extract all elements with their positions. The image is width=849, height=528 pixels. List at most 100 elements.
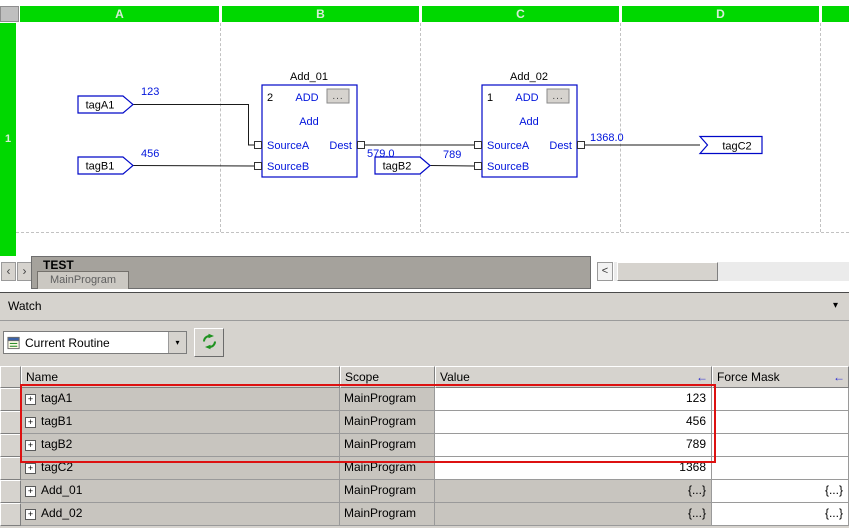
- wire-tagA1-sourceA: [133, 104, 254, 146]
- watch-scope-combobox[interactable]: Current Routine ▾: [3, 331, 187, 354]
- table-row-add01: + Add_01 MainProgram {...} {...}: [0, 480, 849, 503]
- pin-label-sourceA: SourceA: [267, 140, 310, 152]
- hscroll-track[interactable]: [614, 262, 849, 281]
- table-row-tagC2: + tagC2 MainProgram 1368: [0, 457, 849, 480]
- value-tagB1: 456: [141, 148, 159, 160]
- tag-name: tagC2: [41, 460, 74, 474]
- tag-label: tagB2: [383, 161, 412, 173]
- combo-dropdown-icon[interactable]: ▾: [168, 332, 186, 353]
- wire-tagB2-sourceB: [430, 165, 475, 167]
- pin-sourceB[interactable]: [474, 162, 482, 170]
- header-row-selector: [0, 366, 21, 388]
- tag-label: tagC2: [722, 141, 751, 153]
- next-icon: ›: [22, 264, 27, 278]
- watch-table: Name Scope Value ← Force Mask ← + tagA1 Mai…: [0, 366, 849, 526]
- col-header-scope[interactable]: Scope: [340, 366, 435, 388]
- hscroll-thumb[interactable]: [617, 262, 718, 281]
- row-selector[interactable]: [0, 434, 21, 457]
- expand-plus-icon[interactable]: +: [25, 394, 36, 405]
- tag-name-cell[interactable]: + Add_01: [21, 480, 340, 503]
- tag-label: tagA1: [86, 100, 115, 112]
- pin-dest[interactable]: [577, 141, 585, 149]
- value-cell[interactable]: 1368: [435, 457, 712, 480]
- pin-label-dest: Dest: [549, 140, 572, 152]
- header-label: Name: [26, 370, 59, 384]
- value-cell[interactable]: 123: [435, 388, 712, 411]
- hscroll-left-button[interactable]: <: [597, 262, 613, 281]
- pin-sourceB[interactable]: [254, 162, 262, 170]
- col-header-force-mask[interactable]: Force Mask ←: [712, 366, 849, 388]
- scope-cell: MainProgram: [340, 457, 435, 480]
- pin-label-sourceA: SourceA: [487, 140, 530, 152]
- value-cell[interactable]: 789: [435, 434, 712, 457]
- row-selector[interactable]: [0, 480, 21, 503]
- left-arrow-icon: ←: [696, 370, 708, 384]
- sheet-prev-button[interactable]: ‹: [1, 262, 16, 281]
- expand-plus-icon[interactable]: +: [25, 417, 36, 428]
- row-selector[interactable]: [0, 411, 21, 434]
- pin-sourceA[interactable]: [254, 141, 262, 149]
- header-label: Force Mask: [717, 370, 780, 384]
- scope-cell: MainProgram: [340, 388, 435, 411]
- routine-window-title: TEST: [43, 258, 74, 272]
- scope-cell: MainProgram: [340, 411, 435, 434]
- input-ref-tagB1[interactable]: tagB1: [77, 156, 134, 175]
- expand-plus-icon[interactable]: +: [25, 486, 36, 497]
- block-add01[interactable]: Add_01 2 ADD ... Add SourceA Dest Source…: [254, 71, 365, 178]
- block-name: Add: [299, 116, 319, 128]
- force-mask-cell[interactable]: [712, 434, 849, 457]
- tag-name-cell[interactable]: + tagA1: [21, 388, 340, 411]
- sheet-next-button[interactable]: ›: [17, 262, 32, 281]
- force-mask-cell[interactable]: {...}: [712, 480, 849, 503]
- block-opcode: ADD: [515, 92, 538, 104]
- tag-name-cell[interactable]: + tagC2: [21, 457, 340, 480]
- exec-order: 2: [267, 92, 273, 104]
- collapse-arrow-icon[interactable]: ▾: [833, 300, 838, 311]
- tag-name-cell[interactable]: + tagB2: [21, 434, 340, 457]
- scope-cell: MainProgram: [340, 503, 435, 526]
- table-row-tagA1: + tagA1 MainProgram 123: [0, 388, 849, 411]
- col-header-value[interactable]: Value ←: [435, 366, 712, 388]
- row-selector[interactable]: [0, 457, 21, 480]
- tag-name: tagA1: [41, 391, 73, 405]
- block-opcode: ADD: [295, 92, 318, 104]
- block-add02[interactable]: Add_02 1 ADD ... Add SourceA Dest Source…: [474, 71, 585, 178]
- watch-toolbar: Current Routine ▾: [0, 321, 849, 366]
- col-header-name[interactable]: Name: [21, 366, 340, 388]
- output-ref-tagC2[interactable]: tagC2: [698, 135, 763, 155]
- table-header-row: Name Scope Value ← Force Mask ←: [0, 366, 849, 388]
- table-row-add02: + Add_02 MainProgram {...} {...}: [0, 503, 849, 526]
- header-label: Scope: [345, 370, 380, 384]
- table-row-tagB2: + tagB2 MainProgram 789: [0, 434, 849, 457]
- value-cell[interactable]: {...}: [435, 503, 712, 526]
- pin-sourceA[interactable]: [474, 141, 482, 149]
- force-mask-cell[interactable]: [712, 411, 849, 434]
- input-ref-tagA1[interactable]: tagA1: [77, 95, 134, 114]
- tag-name-cell[interactable]: + Add_02: [21, 503, 340, 526]
- pin-label-sourceB: SourceB: [487, 161, 529, 173]
- block-title: Add_02: [510, 71, 548, 83]
- exec-order: 1: [487, 92, 493, 104]
- force-mask-cell[interactable]: [712, 457, 849, 480]
- expand-plus-icon[interactable]: +: [25, 440, 36, 451]
- force-mask-cell[interactable]: [712, 388, 849, 411]
- watch-titlebar: Watch ▾: [0, 293, 849, 321]
- tag-name: tagB1: [41, 414, 73, 428]
- tab-mainprogram[interactable]: MainProgram: [37, 271, 129, 289]
- scope-cell: MainProgram: [340, 480, 435, 503]
- wire-tagB1-sourceB: [133, 165, 255, 167]
- pin-label-dest: Dest: [329, 140, 352, 152]
- row-selector[interactable]: [0, 503, 21, 526]
- expand-plus-icon[interactable]: +: [25, 509, 36, 520]
- fbd-canvas: tagA1 tagB1 tagB2 tagC2 123 456 789 579.…: [77, 71, 763, 178]
- value-cell[interactable]: 456: [435, 411, 712, 434]
- value-cell[interactable]: {...}: [435, 480, 712, 503]
- refresh-button[interactable]: [194, 328, 224, 357]
- tag-name-cell[interactable]: + tagB1: [21, 411, 340, 434]
- pin-dest[interactable]: [357, 141, 365, 149]
- block-title: Add_01: [290, 71, 328, 83]
- expand-plus-icon[interactable]: +: [25, 463, 36, 474]
- scope-cell: MainProgram: [340, 434, 435, 457]
- row-selector[interactable]: [0, 388, 21, 411]
- force-mask-cell[interactable]: {...}: [712, 503, 849, 526]
